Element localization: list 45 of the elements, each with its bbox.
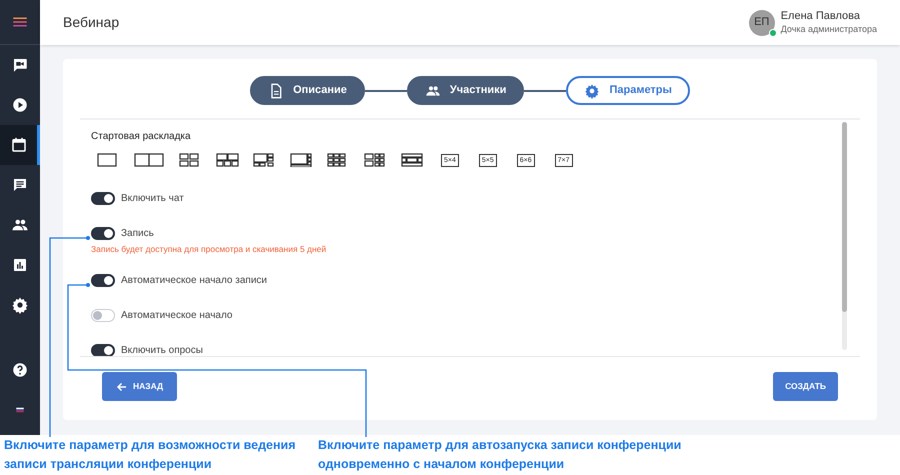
layout-option[interactable]	[401, 152, 424, 168]
layout-option[interactable]	[290, 152, 313, 168]
scrollbar[interactable]	[842, 122, 847, 350]
option-label: Включить опросы	[121, 344, 203, 356]
layout-option[interactable]	[216, 152, 239, 168]
layout-grid-icon	[401, 153, 424, 167]
step-tab[interactable]: Описание	[250, 76, 365, 105]
option-label: Включить чат	[121, 192, 184, 206]
toggle-switch[interactable]	[91, 226, 115, 240]
video-chat-icon	[11, 56, 29, 74]
chat-icon	[11, 176, 29, 194]
annotation-text: Включите параметр для возможности ведения записи трансляции конференции	[3, 437, 297, 473]
user-name: Елена Павлова	[780, 10, 861, 24]
create-button[interactable]: СОЗДАТЬ	[773, 372, 838, 401]
layout-option[interactable]	[253, 152, 276, 168]
layout-grid-icon	[290, 153, 313, 167]
option-label: Автоматическое начало записи	[121, 274, 267, 288]
calendar-icon	[10, 136, 28, 154]
help-icon[interactable]	[11, 361, 29, 379]
annotation-text: Включите параметр для автозапуска записи конференции одновременно с началом конференции	[317, 437, 682, 473]
chart-icon	[11, 256, 29, 274]
option-label: Запись	[121, 226, 154, 240]
toggle-switch[interactable]	[91, 344, 115, 356]
step-tab[interactable]: Параметры	[566, 76, 690, 105]
toggle-switch[interactable]	[91, 274, 115, 288]
page-title: Вебинар	[63, 13, 120, 32]
layout-grid-icon	[364, 153, 387, 167]
back-button[interactable]: НАЗАД	[102, 372, 178, 401]
option-note: Запись будет доступна для просмотра и скачивания 5 дней	[91, 243, 328, 256]
gear-icon	[584, 82, 600, 98]
option-label: Автоматическое начало	[121, 309, 232, 324]
step-tab[interactable]: Участники	[406, 76, 524, 105]
layout-grid-icon	[134, 153, 165, 167]
section-title: Стартовая раскладка	[91, 130, 192, 144]
layout-option[interactable]	[364, 152, 387, 168]
user-role: Дочка администратора	[780, 24, 877, 35]
layout-option[interactable]	[134, 152, 165, 168]
play-icon	[11, 96, 29, 114]
layout-grid-icon	[216, 153, 239, 167]
layout-grid-icon	[253, 153, 276, 167]
back-arrow-icon	[116, 382, 127, 392]
toggle-switch[interactable]	[91, 192, 115, 204]
settings-icon	[11, 296, 29, 314]
avatar: ЕП	[748, 10, 775, 36]
sidebar-item[interactable]	[0, 125, 40, 165]
